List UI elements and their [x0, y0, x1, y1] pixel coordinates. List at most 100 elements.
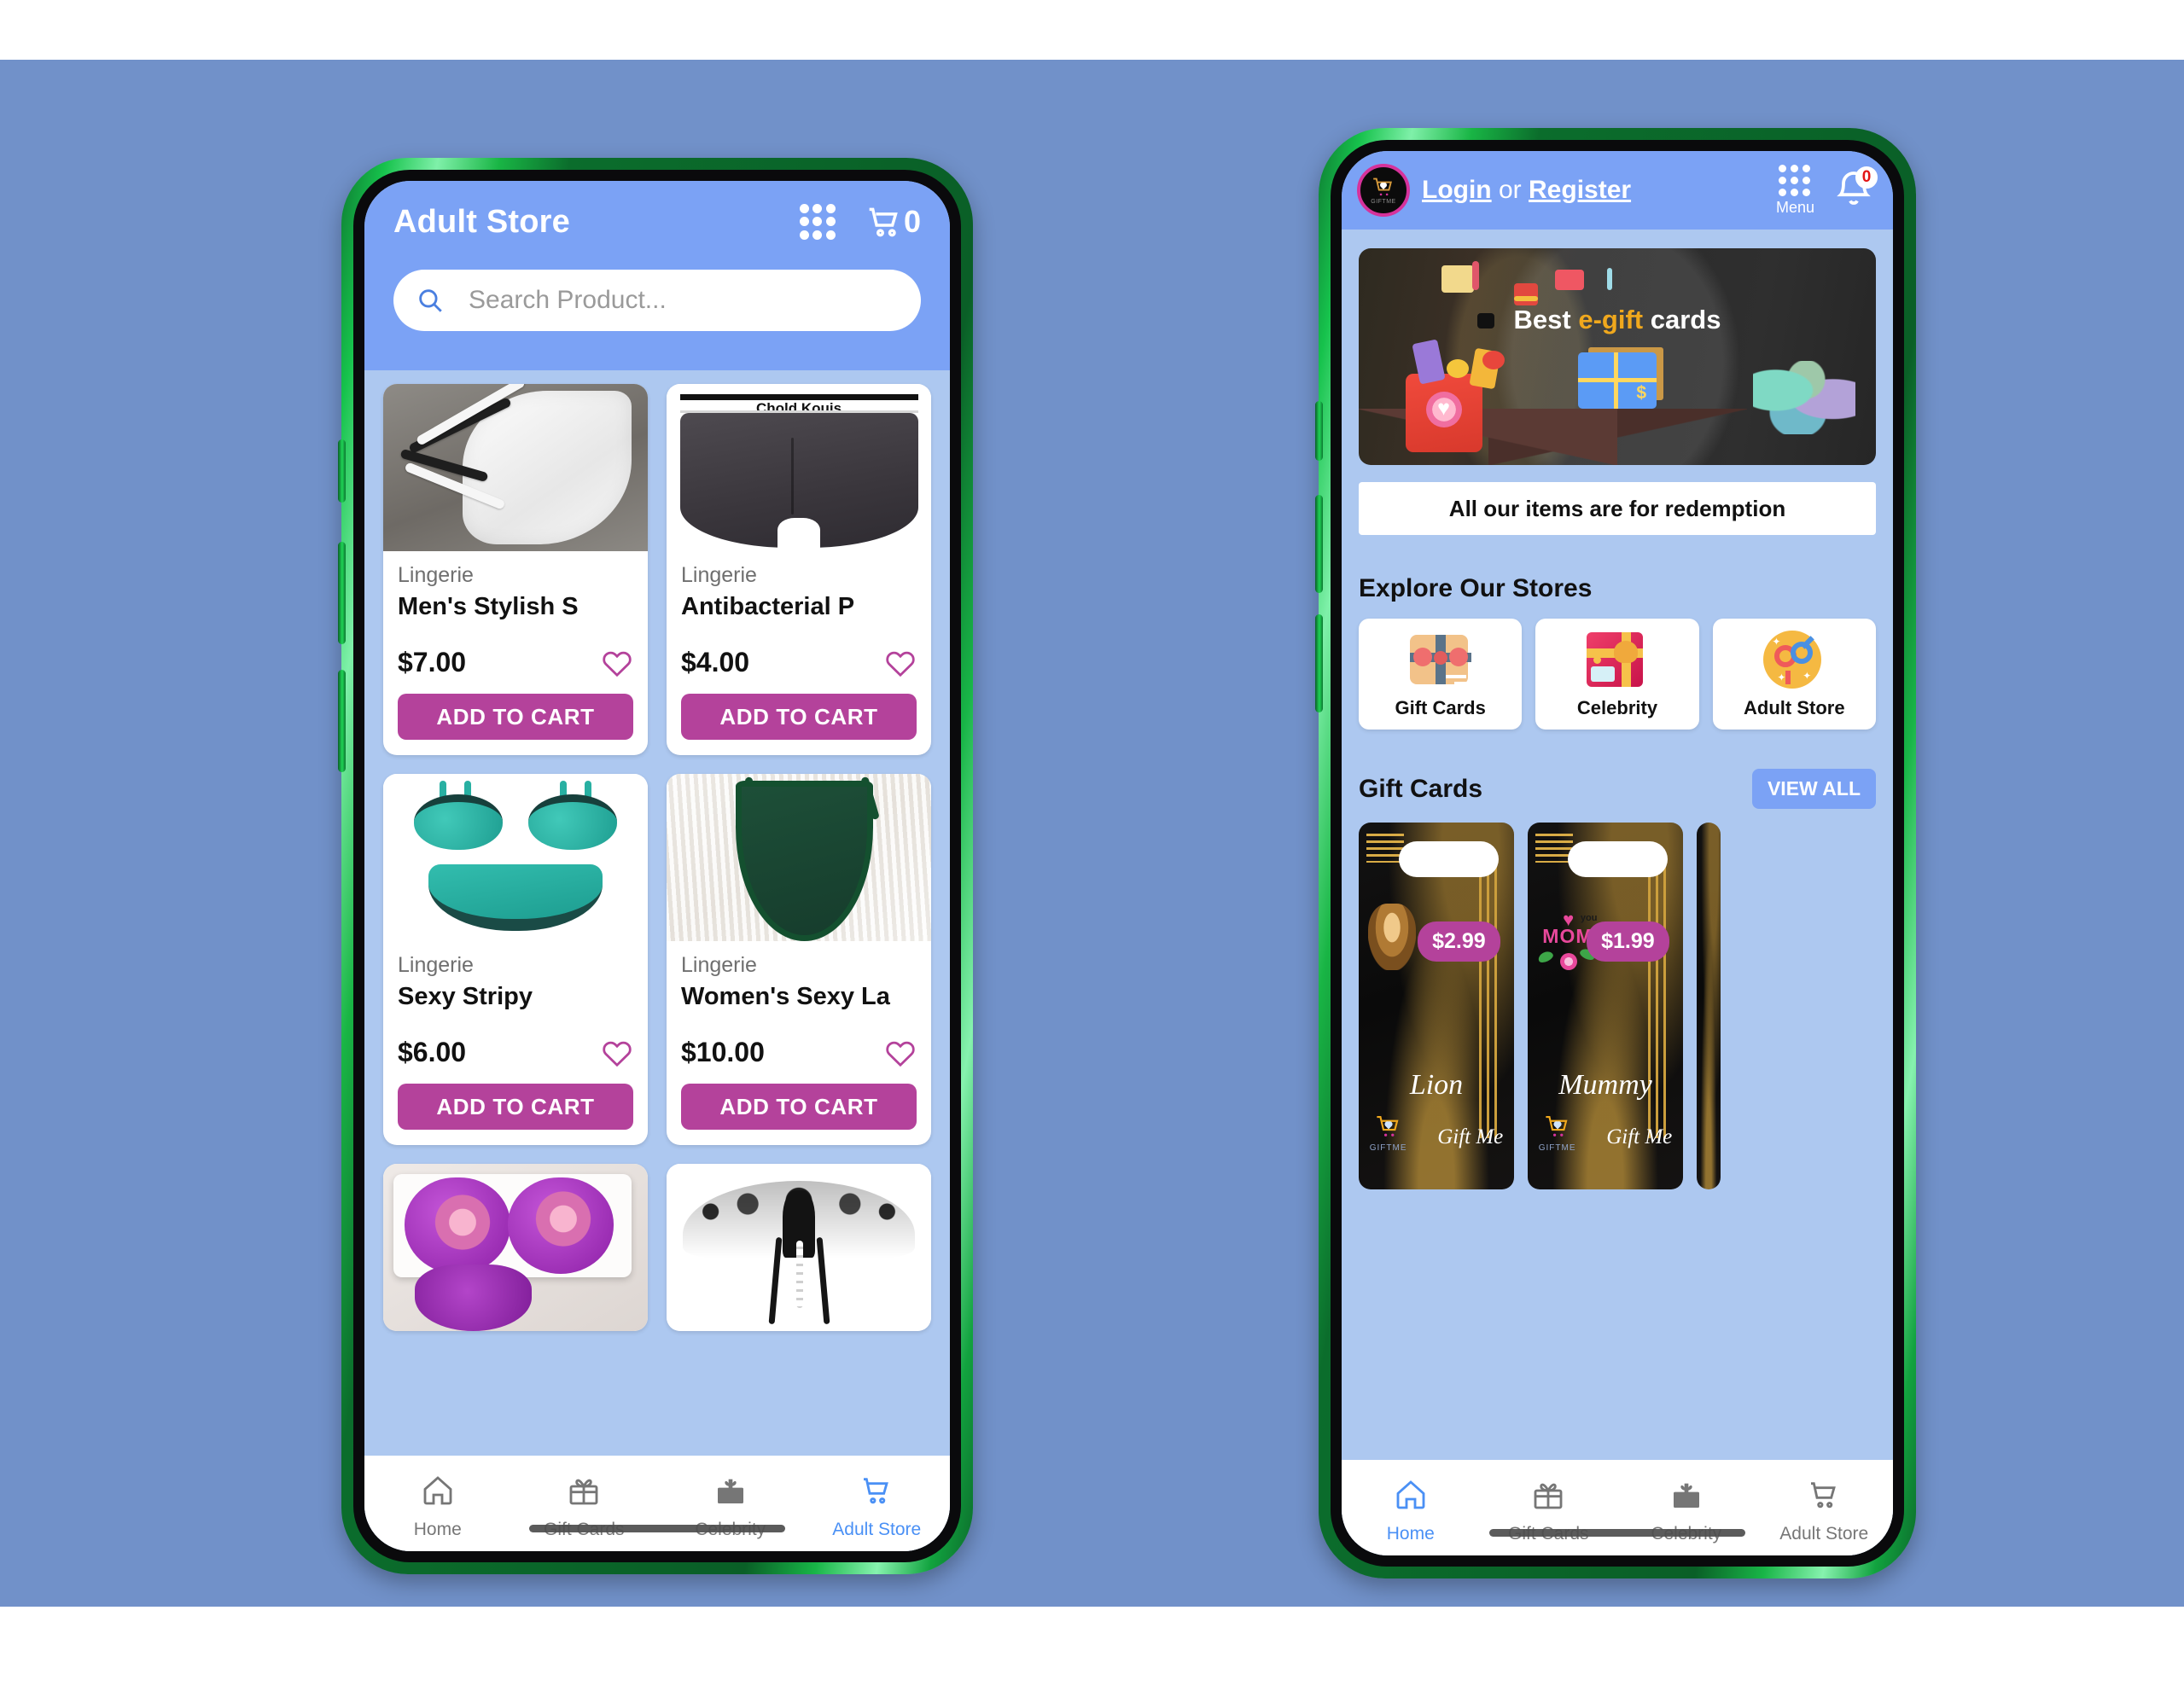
gift-card-name: Lion: [1409, 1068, 1464, 1101]
gift-card-illustration: $: [1578, 352, 1657, 409]
add-to-cart-button[interactable]: ADD TO CART: [398, 1084, 633, 1130]
gift-card-item-partial[interactable]: [1697, 823, 1721, 1189]
store-card-gift-cards[interactable]: Gift Cards: [1359, 619, 1523, 730]
gender-symbols-icon: ✦ ✦ ✦: [1763, 629, 1825, 690]
store-list: Gift Cards Celebrity ✦ ✦ ✦ Adult Store: [1359, 619, 1876, 730]
page-title: Adult Store: [393, 203, 570, 240]
home-appbar: GIFTME Login or Register Menu 0: [1342, 151, 1893, 230]
product-card[interactable]: Lingerie Sexy Stripy $6.00 ADD TO CART: [383, 774, 648, 1145]
gift-icon: [569, 1479, 598, 1505]
heart-outline-icon: [886, 651, 915, 677]
home-screen: GIFTME Login or Register Menu 0 ♥ Best e…: [1342, 151, 1893, 1555]
store-card-celebrity[interactable]: Celebrity: [1535, 619, 1699, 730]
store-card-adult-store[interactable]: ✦ ✦ ✦ Adult Store: [1712, 619, 1876, 730]
gift-card-name: Mummy: [1558, 1068, 1652, 1101]
gift-card-item[interactable]: $2.99 Lion GIFTME Gift Me: [1359, 823, 1514, 1189]
nav-item-adult-store[interactable]: Adult Store: [1756, 1478, 1894, 1544]
favorite-button[interactable]: [601, 1038, 633, 1067]
phone-side-button[interactable]: [1315, 401, 1323, 461]
add-to-cart-button[interactable]: ADD TO CART: [398, 694, 633, 740]
shopping-cart-icon: [869, 207, 898, 237]
lion-image: [1367, 903, 1416, 970]
favorite-button[interactable]: [884, 1038, 917, 1067]
home-indicator[interactable]: [529, 1525, 785, 1532]
promo-title-prefix: Best: [1513, 305, 1579, 335]
store-label: Gift Cards: [1395, 697, 1486, 718]
phone-side-button[interactable]: [338, 439, 346, 503]
menu-button[interactable]: Menu: [1776, 164, 1814, 217]
gift-cards-heading: Gift Cards: [1359, 774, 1483, 803]
product-card[interactable]: Lingerie Men's Stylish S $7.00 ADD TO CA…: [383, 384, 648, 755]
home-scroll[interactable]: Best e-gift cards $ All our items are fo…: [1342, 230, 1893, 1555]
product-card[interactable]: Chold Kouis Lingerie Antibacterial P $4.…: [667, 384, 931, 755]
phone-mockup-right: GIFTME Login or Register Menu 0 ♥ Best e…: [1315, 128, 1916, 1578]
gift-card-strip: [1399, 840, 1499, 877]
login-link[interactable]: Login: [1422, 176, 1492, 204]
phone-volume-down-button[interactable]: [338, 670, 346, 772]
product-list-scroll[interactable]: Lingerie Men's Stylish S $7.00 ADD TO CA…: [364, 370, 950, 1551]
home-indicator[interactable]: [1489, 1529, 1745, 1537]
gift-bag-illustration: [1405, 373, 1482, 452]
nav-item-home[interactable]: Home: [364, 1474, 511, 1540]
product-card[interactable]: Lingerie Women's Sexy La $10.00 ADD TO C…: [667, 774, 931, 1145]
nav-label: Adult Store: [832, 1520, 922, 1539]
store-label: Celebrity: [1576, 697, 1658, 718]
home-icon: [423, 1476, 452, 1505]
product-category: Lingerie: [398, 953, 474, 977]
phone-volume-down-button[interactable]: [1315, 614, 1323, 712]
product-name: Sexy Stripy: [398, 983, 533, 1010]
product-card[interactable]: [667, 1164, 931, 1331]
screenshot-canvas: Adult Store 0 Search Product... Lingerie…: [0, 0, 2184, 1686]
bottom-navigation-bar: Home Gift Cards Cele: [1342, 1460, 1893, 1555]
gift-icon: [1673, 1483, 1699, 1508]
product-price: $7.00: [398, 647, 467, 677]
gift-card-carousel[interactable]: $2.99 Lion GIFTME Gift Me ♥ you MOM $1.9…: [1359, 823, 1876, 1189]
search-input[interactable]: Search Product...: [393, 270, 921, 331]
cart-count-badge: 0: [903, 204, 921, 239]
search-icon: [419, 289, 442, 312]
promo-title-suffix: cards: [1643, 305, 1721, 335]
gift-card-price: $1.99: [1587, 921, 1669, 962]
abstract-shapes-illustration: [1752, 361, 1855, 435]
product-image: [383, 1164, 648, 1331]
product-price: $4.00: [681, 647, 750, 677]
add-to-cart-button[interactable]: ADD TO CART: [681, 1084, 917, 1130]
cart-button[interactable]: 0: [865, 203, 921, 241]
giftme-cart-logo-icon: GIFTME: [1539, 1113, 1576, 1153]
add-to-cart-button[interactable]: ADD TO CART: [681, 694, 917, 740]
cart-heart-icon: [1373, 177, 1392, 196]
product-card[interactable]: [383, 1164, 648, 1331]
heart-outline-icon: [886, 1041, 915, 1067]
phone-volume-up-button[interactable]: [338, 542, 346, 644]
logo-text: GIFTME: [1538, 1143, 1576, 1153]
product-image: [383, 384, 648, 551]
home-icon: [1396, 1480, 1425, 1509]
register-link[interactable]: Register: [1529, 176, 1631, 204]
explore-stores-heading: Explore Our Stores: [1359, 574, 1593, 602]
gift-card-item[interactable]: ♥ you MOM $1.99 Mummy GIFTME Gift Me: [1528, 823, 1683, 1189]
product-category: Lingerie: [398, 563, 474, 587]
grid-menu-icon[interactable]: [799, 204, 836, 240]
favorite-button[interactable]: [601, 648, 633, 677]
gift-card-brand: Gift Me: [1606, 1125, 1673, 1148]
view-all-button[interactable]: VIEW ALL: [1751, 769, 1876, 809]
logo-text: GIFTME: [1369, 1143, 1407, 1153]
product-name: Men's Stylish S: [398, 593, 579, 620]
phone-volume-up-button[interactable]: [1315, 495, 1323, 593]
promo-banner[interactable]: Best e-gift cards $: [1359, 248, 1876, 465]
notifications-button[interactable]: 0: [1833, 166, 1878, 213]
product-price: $10.00: [681, 1037, 765, 1067]
grid-menu-icon: [1779, 164, 1811, 197]
phone-bezel: Adult Store 0 Search Product... Lingerie…: [353, 170, 961, 1562]
favorite-button[interactable]: [884, 648, 917, 677]
product-image: [383, 774, 648, 941]
nav-item-home[interactable]: Home: [1342, 1478, 1480, 1544]
product-category: Lingerie: [681, 953, 757, 977]
giftme-cart-logo-icon[interactable]: GIFTME: [1357, 164, 1410, 217]
nav-item-adult-store[interactable]: Adult Store: [804, 1474, 951, 1540]
gift-icon: [1534, 1483, 1563, 1509]
product-price: $6.00: [398, 1037, 467, 1067]
gift-cards-section-header: Gift Cards VIEW ALL: [1359, 769, 1876, 809]
gift-card-brand: Gift Me: [1437, 1125, 1504, 1148]
product-grid: Lingerie Men's Stylish S $7.00 ADD TO CA…: [383, 384, 931, 1331]
